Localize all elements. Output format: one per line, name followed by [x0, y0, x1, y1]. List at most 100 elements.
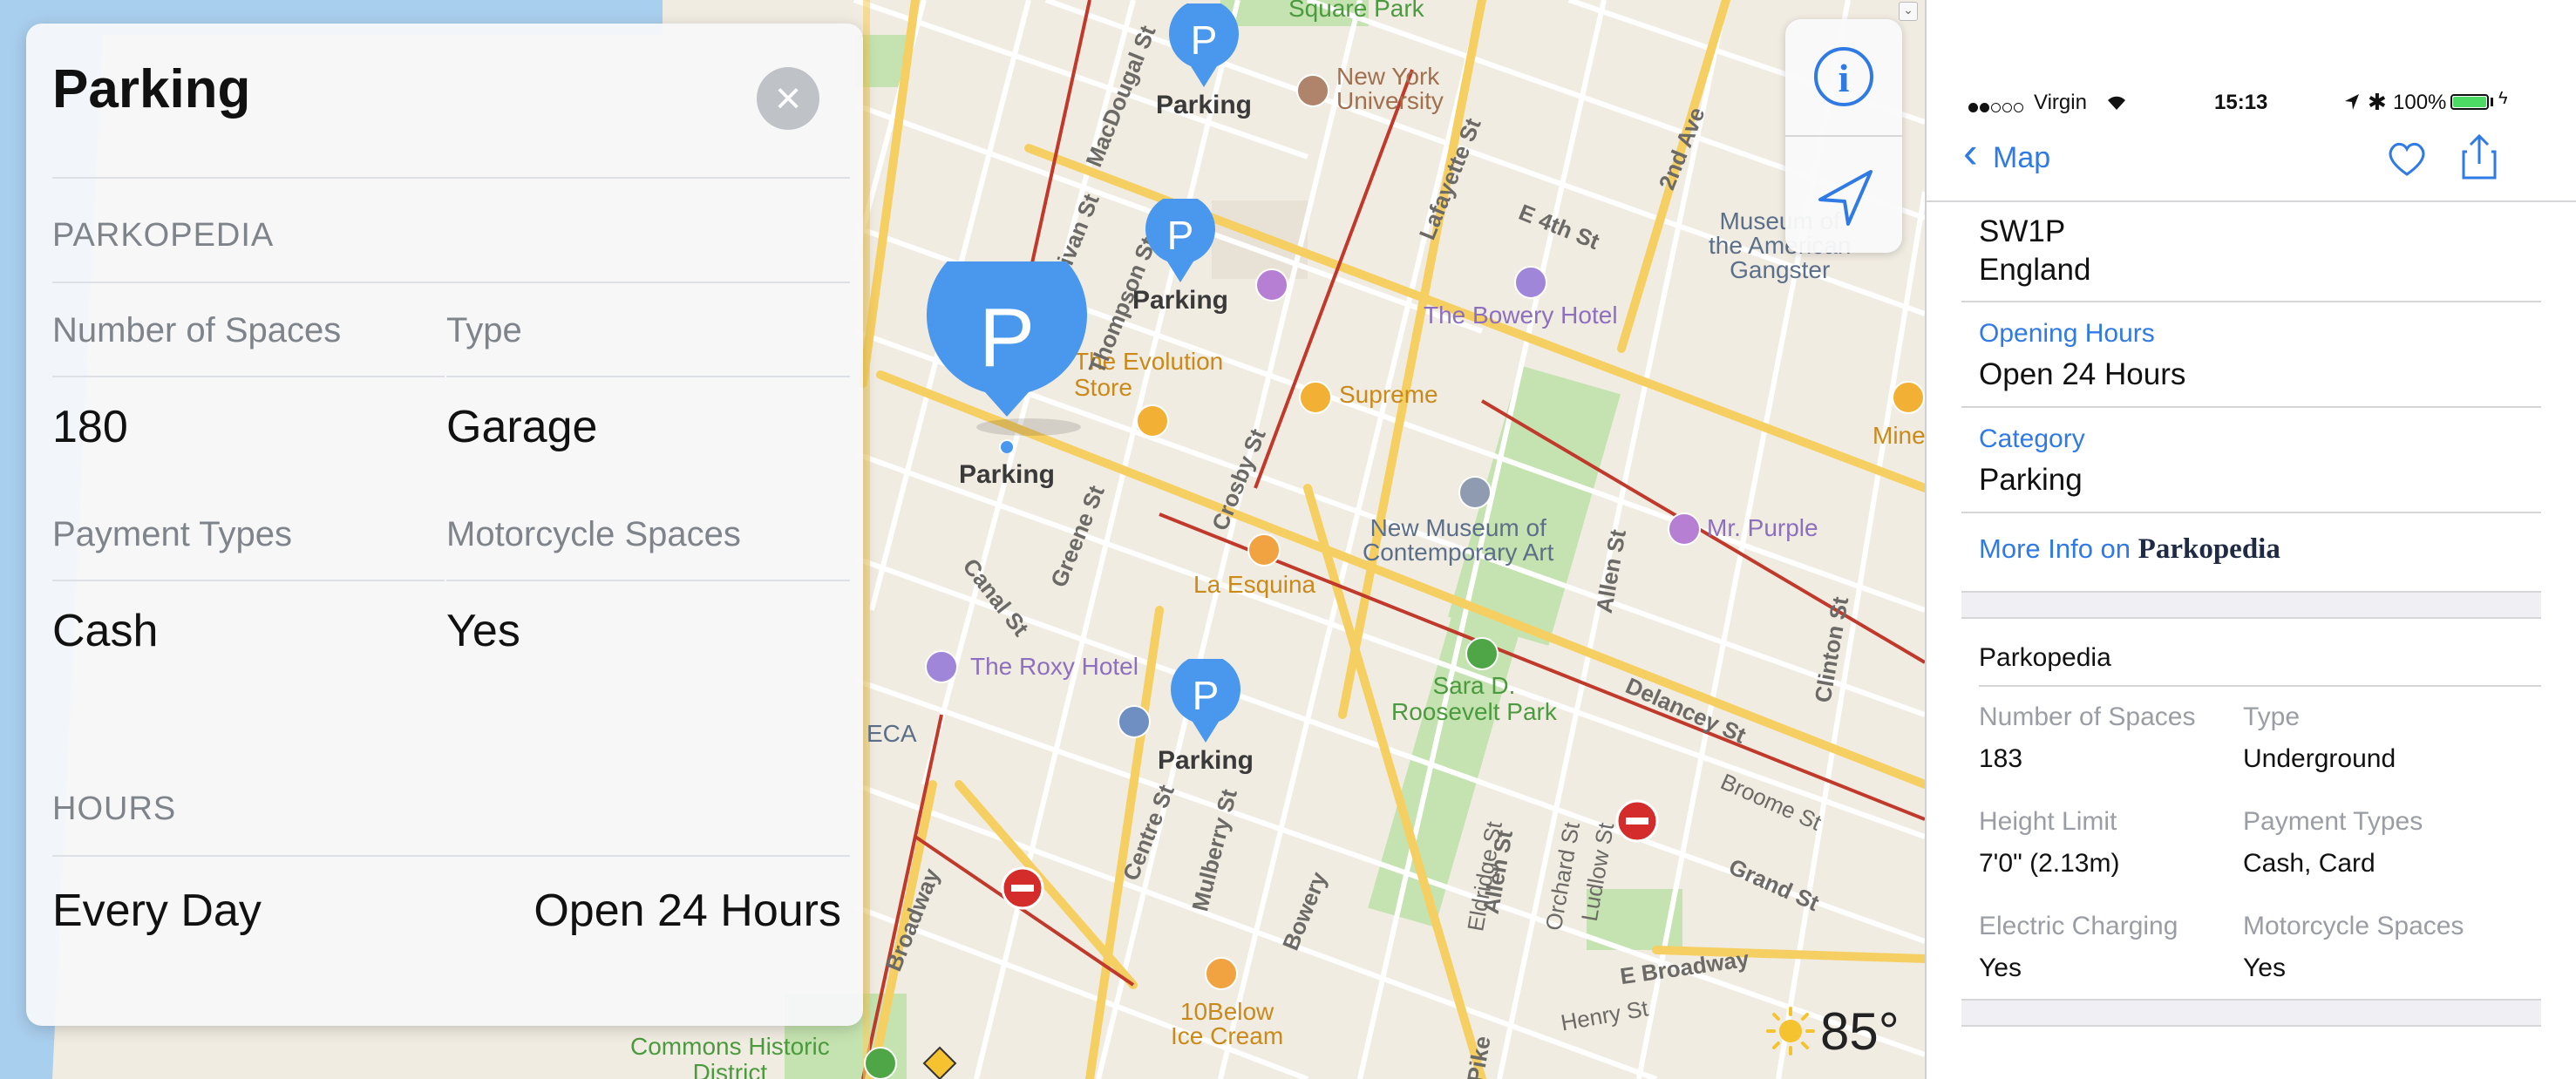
poi-label-la-esquina[interactable]: La Esquina: [1193, 571, 1315, 599]
poi-label-bowery-hotel[interactable]: The Bowery Hotel: [1424, 302, 1618, 329]
grid-label-electric: Electric Charging: [1979, 912, 2178, 940]
divider: [52, 376, 445, 377]
divider: [446, 580, 850, 581]
close-icon: ×: [774, 73, 802, 124]
divider: [52, 580, 445, 581]
location-services-icon: [2345, 94, 2359, 110]
scroll-indicator[interactable]: ⌄: [1899, 2, 1918, 21]
transit-icon[interactable]: [1118, 705, 1151, 738]
restaurant-icon[interactable]: [1247, 533, 1281, 567]
park-icon[interactable]: [1465, 637, 1499, 670]
field-label-motorcycle: Motorcycle Spaces: [446, 515, 741, 553]
parking-pin[interactable]: P Parking: [1158, 654, 1254, 781]
hotel-icon[interactable]: [1514, 266, 1547, 299]
battery-percent: 100%: [2393, 91, 2447, 114]
heart-icon[interactable]: [2386, 139, 2428, 178]
shopping-bag-icon[interactable]: [1892, 381, 1925, 414]
category-label: Category: [1979, 424, 2085, 453]
opening-hours-label: Opening Hours: [1979, 319, 2155, 348]
poi-label-10below[interactable]: 10Below Ice Cream: [1171, 1000, 1283, 1048]
field-label-payment: Payment Types: [52, 515, 292, 553]
parking-pin-label: Parking: [1157, 746, 1254, 775]
location-arrow-icon: [1818, 170, 1873, 226]
grid-value-motorcycle: Yes: [2243, 953, 2286, 982]
grid-value-height: 7'0" (2.13m): [1979, 849, 2120, 878]
parkopedia-header: Parkopedia: [1979, 643, 2111, 672]
location-button[interactable]: [1785, 137, 1902, 253]
poi-label-nyu[interactable]: New York University: [1336, 64, 1444, 113]
parkopedia-logo: Parkopedia: [2138, 533, 2280, 565]
poi-label-mine[interactable]: Mine: [1873, 422, 1925, 450]
no-entry-icon: [1615, 799, 1659, 843]
parking-pin-label: Parking: [958, 460, 1056, 489]
charging-icon: ϟ: [2498, 89, 2508, 108]
poi-label-roxy-hotel[interactable]: The Roxy Hotel: [970, 653, 1138, 681]
share-icon[interactable]: [2460, 132, 2498, 181]
grid-label-height: Height Limit: [1979, 807, 2117, 836]
status-bar: Virgin 15:13 ✱ 100% ϟ: [1927, 0, 2576, 115]
poi-label-supreme[interactable]: Supreme: [1339, 381, 1438, 409]
park-icon[interactable]: [864, 1047, 897, 1079]
divider: [52, 855, 850, 857]
more-info-link[interactable]: More Info on Parkopedia: [1979, 533, 2280, 566]
svg-text:i: i: [1839, 56, 1850, 100]
section-gap: [1961, 999, 2541, 1027]
close-button[interactable]: ×: [757, 67, 819, 130]
more-info-prefix: More Info on: [1979, 533, 2131, 564]
poi-label-sara-roosevelt[interactable]: Sara D. Roosevelt Park: [1391, 673, 1557, 725]
map-controls: i: [1785, 19, 1902, 253]
svg-text:P: P: [1191, 17, 1218, 63]
grid-value-type: Underground: [2243, 744, 2396, 773]
divider: [1961, 512, 2541, 513]
shopping-icon[interactable]: [1255, 268, 1288, 302]
weather-temperature: 85°: [1820, 1002, 1900, 1061]
grid-label-motorcycle: Motorcycle Spaces: [2243, 912, 2464, 940]
info-icon: i: [1814, 47, 1873, 106]
ice-cream-icon[interactable]: [1205, 957, 1238, 990]
parking-pin[interactable]: P Parking: [1156, 0, 1252, 126]
field-label-spaces: Number of Spaces: [52, 311, 342, 349]
field-value-type: Garage: [446, 402, 598, 452]
poi-label-square-park[interactable]: Square Park: [1288, 0, 1424, 23]
parking-pin-icon: P: [1169, 0, 1239, 87]
field-value-payment: Cash: [52, 606, 159, 656]
opening-hours-value: Open 24 Hours: [1979, 357, 2186, 391]
divider: [1961, 301, 2541, 302]
hours-time: Open 24 Hours: [534, 886, 841, 936]
grid-label-type: Type: [2243, 702, 2301, 731]
divider: [52, 177, 850, 179]
card-title: Parking: [52, 59, 251, 119]
status-time: 15:13: [2214, 91, 2268, 114]
map-view[interactable]: Square Park New York University The Bowe…: [0, 0, 1925, 1079]
university-icon[interactable]: [1296, 74, 1329, 107]
grid-value-spaces: 183: [1979, 744, 2023, 773]
parking-pin-icon: P: [1171, 654, 1240, 743]
poi-label-new-museum[interactable]: New Museum of Contemporary Art: [1363, 516, 1553, 565]
shopping-bag-icon[interactable]: [1136, 404, 1169, 438]
parking-pin[interactable]: P Parking: [1132, 193, 1228, 321]
shopping-bag-icon[interactable]: [1299, 381, 1332, 414]
parking-pin-selected[interactable]: P Parking: [924, 234, 1090, 497]
grid-value-electric: Yes: [1979, 953, 2022, 982]
carrier-name: Virgin: [2034, 91, 2087, 114]
parking-pin-icon: P: [1145, 193, 1215, 282]
poi-label-mr-purple[interactable]: Mr. Purple: [1707, 514, 1818, 542]
battery-icon: [2450, 94, 2489, 110]
sun-icon: [1766, 1007, 1815, 1055]
museum-icon[interactable]: [1458, 476, 1492, 509]
svg-text:P: P: [979, 291, 1035, 384]
info-button[interactable]: i: [1785, 19, 1902, 135]
address-postcode: SW1P: [1979, 214, 2066, 248]
field-value-spaces: 180: [52, 402, 128, 452]
grid-label-spaces: Number of Spaces: [1979, 702, 2196, 731]
no-entry-icon: [1001, 866, 1044, 910]
wifi-icon: [2108, 96, 2125, 110]
hours-day: Every Day: [52, 886, 262, 936]
construction-icon: [922, 1046, 957, 1079]
hotel-icon[interactable]: [925, 650, 958, 683]
poi-label-commons[interactable]: Commons Historic District: [630, 1034, 830, 1079]
poi-label-eca[interactable]: ECA: [867, 720, 917, 748]
parking-pin-label: Parking: [1155, 91, 1253, 119]
battery-tip: [2491, 98, 2493, 106]
nightlife-icon[interactable]: [1668, 512, 1701, 546]
